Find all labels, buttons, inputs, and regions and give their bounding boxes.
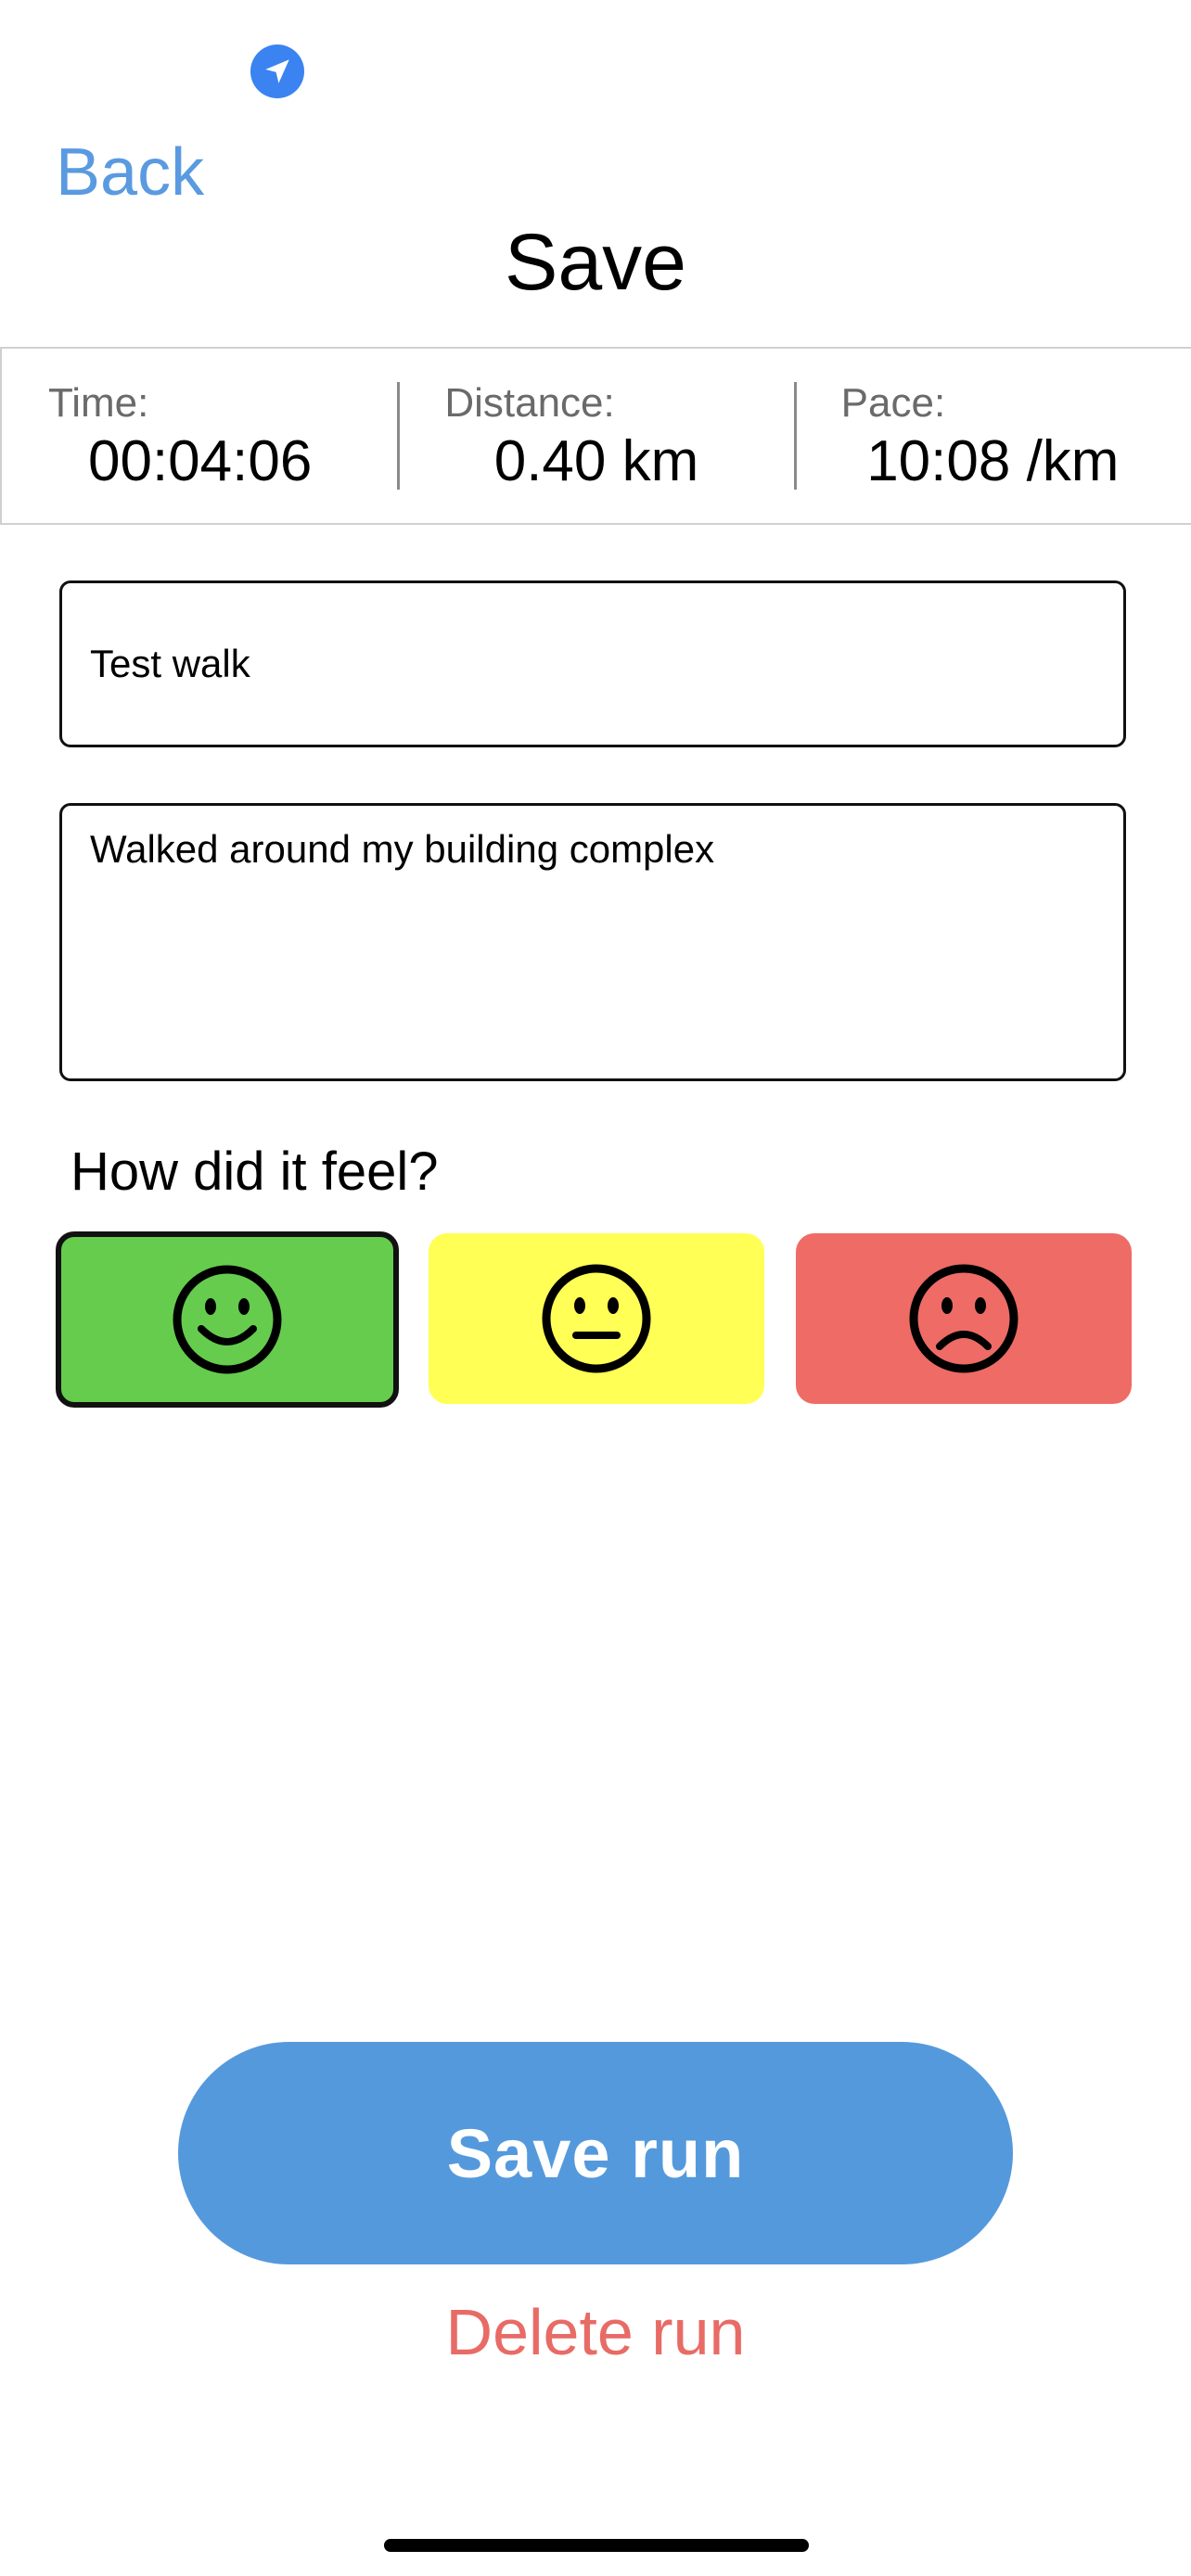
page-title: Save: [504, 218, 687, 307]
back-button[interactable]: Back: [56, 139, 204, 206]
location-arrow-glyph: [265, 59, 289, 83]
mood-sad-button[interactable]: [796, 1233, 1132, 1404]
run-name-input[interactable]: [59, 580, 1126, 747]
sad-face-icon: [909, 1264, 1018, 1373]
mood-neutral-button[interactable]: [429, 1233, 764, 1404]
save-run-button[interactable]: Save run: [178, 2042, 1013, 2264]
run-notes-input[interactable]: Walked around my building complex: [59, 803, 1126, 1081]
run-stats-panel: Time: 00:04:06 Distance: 0.40 km Pace: 1…: [0, 347, 1191, 525]
smiley-face-icon: [173, 1265, 282, 1374]
feel-question-label: How did it feel?: [70, 1141, 439, 1202]
stat-pace: Pace: 10:08 /km: [793, 349, 1191, 523]
stat-time: Time: 00:04:06: [2, 349, 398, 523]
stat-time-label: Time:: [48, 380, 149, 426]
home-indicator[interactable]: [384, 2539, 809, 2552]
stat-pace-value: 10:08 /km: [866, 429, 1120, 493]
location-arrow-icon: [250, 45, 304, 98]
stat-distance: Distance: 0.40 km: [397, 349, 794, 523]
delete-run-button[interactable]: Delete run: [0, 2295, 1191, 2369]
stat-pace-label: Pace:: [840, 380, 946, 426]
stat-distance-label: Distance:: [444, 380, 615, 426]
mood-happy-button[interactable]: [56, 1231, 399, 1408]
neutral-face-icon: [542, 1264, 651, 1373]
stat-distance-value: 0.40 km: [493, 429, 699, 493]
stat-time-value: 00:04:06: [87, 429, 313, 493]
